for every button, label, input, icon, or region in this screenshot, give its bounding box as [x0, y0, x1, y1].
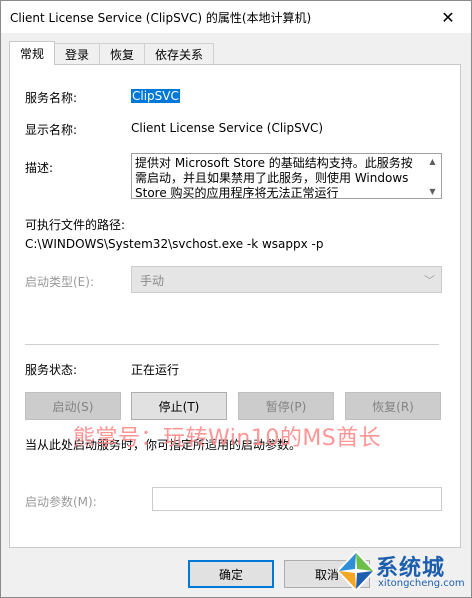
service-name-value[interactable]: ClipSVC: [131, 89, 180, 103]
service-name-selected[interactable]: ClipSVC: [131, 89, 180, 103]
description-label: 描述:: [25, 161, 54, 175]
ok-button[interactable]: 确定: [188, 560, 274, 588]
logo-text-en: xitongcheng.com: [378, 578, 465, 589]
scroll-up-icon[interactable]: ▲: [424, 154, 441, 168]
exe-path-label: 可执行文件的路径:: [25, 218, 126, 232]
tab-recovery[interactable]: 恢复: [99, 43, 145, 64]
display-name-value[interactable]: Client License Service (ClipSVC): [131, 121, 323, 135]
service-status-label: 服务状态:: [25, 363, 78, 377]
startup-type-label: 启动类型(E):: [25, 275, 94, 289]
exe-path-value[interactable]: C:\WINDOWS\System32\svchost.exe -k wsapp…: [25, 237, 324, 251]
display-name-label: 显示名称:: [25, 123, 78, 137]
title-bar[interactable]: Client License Service (ClipSVC) 的属性(本地计…: [1, 1, 471, 33]
pause-button[interactable]: 暂停(P): [238, 392, 334, 420]
startup-type-value: 手动: [140, 274, 165, 288]
tab-dependencies[interactable]: 依存关系: [144, 43, 214, 64]
properties-dialog: Client License Service (ClipSVC) 的属性(本地计…: [0, 0, 472, 598]
tab-general[interactable]: 常规: [9, 41, 55, 65]
resume-button[interactable]: 恢复(R): [345, 392, 441, 420]
description-box[interactable]: 提供对 Microsoft Store 的基础结构支持。此服务按需启动，并且如果…: [131, 153, 442, 199]
description-scrollbar[interactable]: ▲ ▼: [424, 154, 441, 198]
description-text[interactable]: 提供对 Microsoft Store 的基础结构支持。此服务按需启动，并且如果…: [135, 156, 421, 198]
startup-type-select[interactable]: 手动 ﹀: [131, 266, 442, 293]
site-logo: 系统城 xitongcheng.com: [335, 549, 469, 595]
tab-logon[interactable]: 登录: [54, 43, 100, 64]
service-status-value: 正在运行: [131, 363, 180, 377]
start-button[interactable]: 启动(S): [25, 392, 121, 420]
general-panel: 服务名称: ClipSVC 显示名称: Client License Servi…: [9, 64, 461, 548]
window-title: Client License Service (ClipSVC) 的属性(本地计…: [10, 11, 312, 25]
service-name-label: 服务名称:: [25, 91, 78, 105]
scroll-down-icon[interactable]: ▼: [424, 184, 441, 198]
separator: [25, 344, 439, 345]
stop-button[interactable]: 停止(T): [131, 392, 227, 420]
watermark-text: 熊掌号：玩转Win10的MS酋长: [73, 426, 382, 451]
start-params-input[interactable]: [152, 487, 442, 511]
close-icon[interactable]: ✕: [425, 1, 471, 33]
chevron-down-icon[interactable]: ﹀: [424, 272, 435, 288]
start-params-label: 启动参数(M):: [25, 495, 97, 509]
logo-diamond-icon: [336, 550, 376, 592]
